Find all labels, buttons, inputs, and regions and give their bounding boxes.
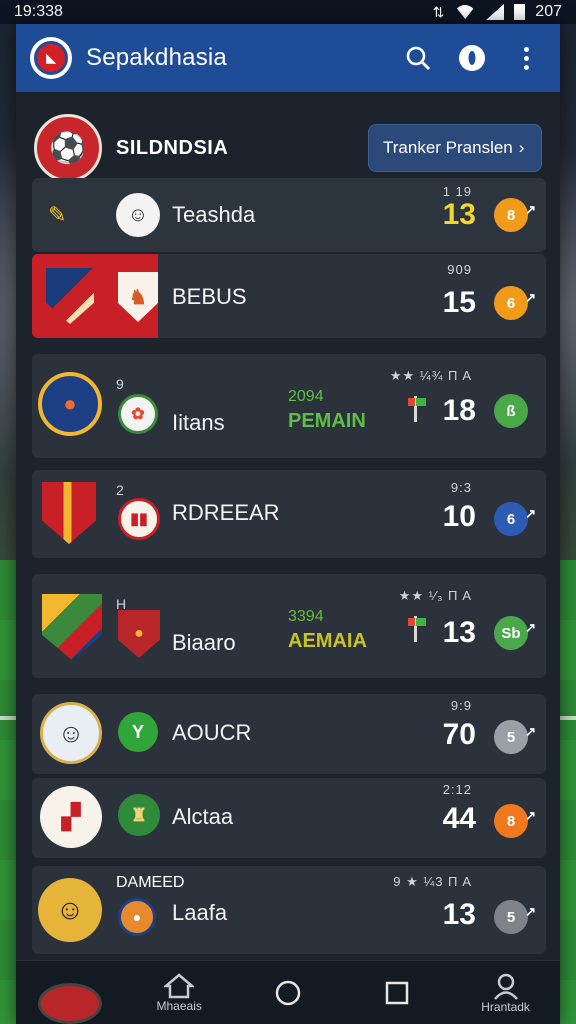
more-vert-icon[interactable] (506, 38, 546, 78)
row-year: 2094 (288, 388, 324, 405)
list-item[interactable]: ▞ ♜ Alctaa 2:12 44 8 ↗ (32, 778, 546, 858)
row-rank: H (116, 596, 127, 612)
opponent-crest-icon: Y (118, 712, 158, 752)
app-title: Sepakdhasia (86, 44, 227, 71)
row-year: 3394 (288, 608, 324, 625)
status-bar: 19:338 ⇅ 207 (0, 0, 576, 24)
team-shield-icon (42, 482, 96, 544)
row-score: 10 (442, 500, 476, 533)
row-score: 18 (442, 394, 476, 427)
app-window: ◣ Sepakdhasia ⚽ SILDNDSIA Tranker Pransl… (16, 24, 560, 1024)
app-logo[interactable]: ◣ (30, 37, 72, 79)
info-icon[interactable] (452, 38, 492, 78)
player-avatar: ☺ (116, 193, 160, 237)
row-name: RDREEAR (172, 500, 280, 525)
nav-home-button[interactable] (234, 961, 343, 1024)
row-badge[interactable]: ß (494, 394, 528, 428)
search-icon[interactable] (398, 38, 438, 78)
transfer-button-label: Tranker Pranslen (383, 138, 513, 157)
row-score: 13 (442, 198, 476, 231)
row-stats: 9:9 (450, 698, 472, 713)
transfer-button[interactable]: Tranker Pranslen › (368, 124, 542, 172)
circle-icon (275, 980, 301, 1005)
profile-icon (493, 973, 518, 1000)
opponent-crest-icon: ♜ (118, 794, 160, 836)
nav-matches[interactable]: Mhaeais (125, 961, 234, 1024)
row-badge[interactable]: 5 ↗ (494, 900, 536, 934)
row-stats: 909 (447, 262, 472, 277)
row-stats: ★★ ¼¾ Π Α (389, 368, 472, 383)
row-score: 44 (442, 802, 476, 835)
row-score: 15 (442, 286, 476, 319)
app-bar: ◣ Sepakdhasia (16, 24, 560, 92)
row-name: Laafa (172, 900, 228, 925)
team-crest-icon: ▞ (40, 786, 102, 848)
row-status: PEMAIN (288, 410, 366, 432)
row-score: 70 (442, 718, 476, 751)
row-name: BEBUS (172, 284, 247, 309)
row-badge[interactable]: 8 ↗ (494, 804, 536, 838)
row-label: DAMEED (116, 874, 185, 891)
nav-profile-label: Hrantadk (481, 999, 530, 1014)
bottom-navigation: Mhaeais Hrantadk (16, 960, 560, 1024)
wifi-icon (454, 5, 477, 19)
row-stats: 1 19 (442, 184, 472, 199)
list-item[interactable]: ✎ ☺ Teashda 1 19 13 8 ↗ (32, 178, 546, 252)
row-rank: 2 (116, 482, 124, 498)
list-item[interactable]: ☺ DAMEED ● Laafa 9 ★ ¼3 Π Α 13 5 ↗ (32, 866, 546, 954)
club-header: ⚽ SILDNDSIA Tranker Pranslen › (16, 112, 560, 184)
row-name: AOUCR (172, 720, 252, 745)
list-item[interactable]: 2 ▮▮ RDREEAR 9:3 10 6 ↗ (32, 470, 546, 558)
club-name: SILDNDSIA (116, 136, 229, 159)
row-badge[interactable]: Sb ↗ (494, 616, 536, 650)
list-item[interactable]: ☺ Y AOUCR 9:9 70 5 ↗ (32, 694, 546, 774)
row-stats: 2:12 (442, 782, 472, 797)
row-status: AEMAIA (288, 630, 367, 652)
row-score: 13 (442, 898, 476, 931)
data-icon: ⇅ (432, 3, 445, 20)
player-avatar: ☺ (40, 702, 102, 764)
nav-recents-button[interactable] (342, 961, 451, 1024)
home-icon (164, 972, 195, 998)
status-time: 19:338 (14, 3, 63, 20)
row-name: Biaaro (172, 630, 236, 655)
list-item[interactable]: ♞ BEBUS 909 15 6 ↗ (32, 254, 546, 338)
flag-icon (408, 616, 426, 642)
opponent-shield-icon: ● (118, 610, 160, 658)
row-badge[interactable]: 6 ↗ (494, 502, 536, 536)
row-name: Alctaa (172, 804, 234, 829)
nav-profile[interactable]: Hrantadk (451, 961, 560, 1024)
nav-club[interactable] (16, 961, 125, 1024)
list-item[interactable]: ● 9 ✿ Iitans 2094 PEMAIN ★★ ¼¾ Π Α 18 ß (32, 354, 546, 458)
logo-icon: ◣ (34, 41, 68, 75)
row-badge[interactable]: 6 ↗ (494, 286, 536, 320)
team-crest-icon: ● (38, 372, 102, 436)
signal-icon (486, 4, 505, 20)
opponent-crest-icon: ▮▮ (118, 498, 160, 540)
team-shield-icon (42, 594, 102, 660)
flag-icon (408, 396, 426, 422)
opponent-crest-icon: ● (118, 898, 156, 936)
row-stats: ★★ ¹⁄₃ Π Α (398, 588, 472, 603)
row-name: Iitans (172, 410, 225, 435)
row-name: Teashda (172, 202, 256, 227)
square-icon (385, 981, 409, 1004)
club-crest-icon: ⚽ (34, 114, 102, 182)
row-rank: 9 (116, 376, 124, 392)
row-stats: 9:3 (450, 480, 472, 495)
club-crest-icon (38, 983, 103, 1024)
row-badge[interactable]: 5 ↗ (494, 720, 536, 754)
row-stats: 9 ★ ¼3 Π Α (393, 874, 472, 889)
battery-text: 207 (535, 3, 562, 20)
edit-icon[interactable]: ✎ (48, 202, 66, 228)
player-avatar: ☺ (38, 878, 102, 942)
list-item[interactable]: H ● Biaaro 3394 AEMAIA ★★ ¹⁄₃ Π Α 13 Sb ↗ (32, 574, 546, 678)
chevron-right-icon: › (518, 138, 525, 157)
row-score: 13 (442, 616, 476, 649)
nav-matches-label: Mhaeais (156, 998, 202, 1013)
battery-icon (514, 4, 526, 20)
opponent-crest-icon: ✿ (118, 394, 158, 434)
row-badge[interactable]: 8 ↗ (494, 198, 536, 232)
